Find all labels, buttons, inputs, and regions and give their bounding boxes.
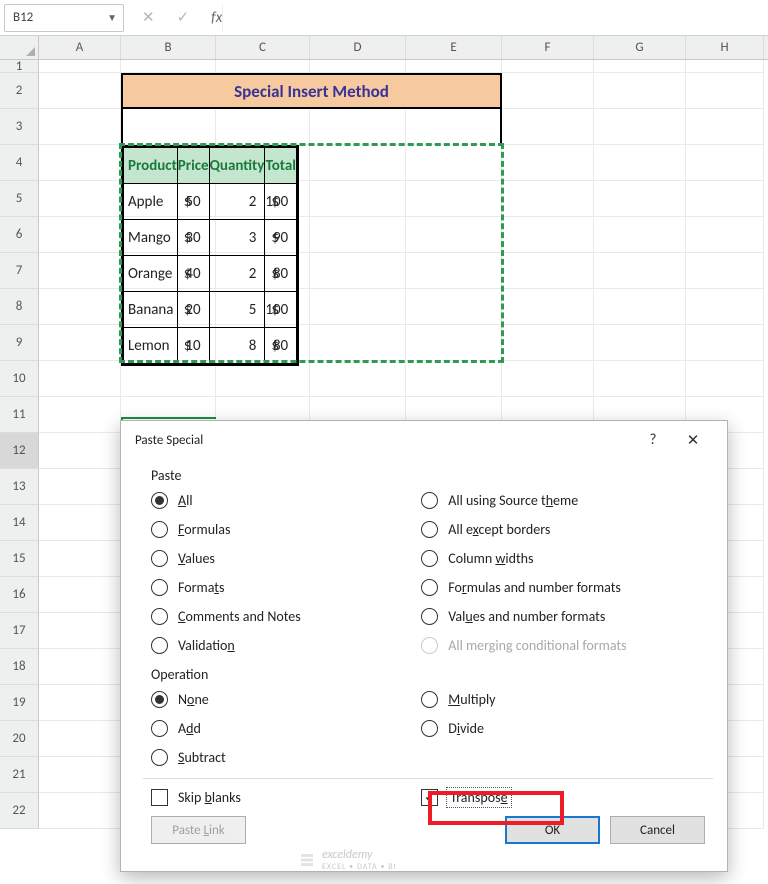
row-header[interactable]: 1: [0, 60, 39, 73]
paste-special-dialog: Paste Special ? ✕ Paste All Formulas Value…: [120, 420, 728, 872]
enter-icon: ✓: [177, 8, 190, 27]
highlight-transpose: [428, 791, 564, 825]
paste-option[interactable]: All using Source theme: [421, 492, 705, 509]
row-header[interactable]: 18: [0, 649, 39, 685]
row-header[interactable]: 13: [0, 469, 39, 505]
formula-bar-row: B12 ▼ ✕ ✓ fx: [0, 0, 768, 36]
table-row: Apple$502$100: [124, 184, 297, 220]
paste-link-button: Paste Link: [151, 816, 246, 844]
col-header[interactable]: G: [594, 36, 686, 59]
operation-option[interactable]: Divide: [421, 720, 705, 737]
dialog-title: Paste Special: [135, 433, 203, 448]
operation-option[interactable]: Multiply: [421, 691, 705, 708]
row-header[interactable]: 22: [0, 793, 39, 829]
col-header[interactable]: D: [310, 36, 406, 59]
paste-option[interactable]: All: [151, 492, 421, 509]
paste-option[interactable]: Values: [151, 550, 421, 567]
paste-option[interactable]: Validation: [151, 637, 421, 654]
row-header[interactable]: 9: [0, 325, 39, 361]
row-header[interactable]: 21: [0, 757, 39, 793]
table-row: Banana$205$100: [124, 292, 297, 328]
row-header[interactable]: 7: [0, 253, 39, 289]
data-table: Product Price Quantity Total Apple$502$1…: [121, 145, 299, 366]
operation-option[interactable]: Subtract: [151, 749, 421, 766]
table-spacer: [121, 109, 502, 145]
col-header[interactable]: A: [39, 36, 121, 59]
row-header[interactable]: 17: [0, 613, 39, 649]
fx-icon[interactable]: fx: [211, 9, 222, 27]
column-header-row: A B C D E F G H: [0, 36, 768, 60]
row-header[interactable]: 19: [0, 685, 39, 721]
th-price: Price: [177, 148, 209, 184]
skip-blanks-label: Skip blanks: [178, 789, 241, 806]
row-header[interactable]: 2: [0, 73, 39, 109]
row-header[interactable]: 14: [0, 505, 39, 541]
paste-option[interactable]: Values and number formats: [421, 608, 705, 625]
select-all-corner[interactable]: [0, 36, 39, 59]
row-header[interactable]: 15: [0, 541, 39, 577]
table-row: Orange$402$80: [124, 256, 297, 292]
paste-option[interactable]: Formats: [151, 579, 421, 596]
name-box-value: B12: [13, 10, 33, 25]
row-header[interactable]: 10: [0, 361, 39, 397]
logo-icon: [298, 851, 316, 869]
table-row: Mango$303$90: [124, 220, 297, 256]
row-header[interactable]: 16: [0, 577, 39, 613]
paste-option[interactable]: All except borders: [421, 521, 705, 538]
operation-group-label: Operation: [151, 666, 705, 683]
row-header[interactable]: 20: [0, 721, 39, 757]
formula-bar-buttons: ✕ ✓ fx: [142, 8, 222, 27]
watermark: exceldemy EXCEL • DATA • BI: [298, 848, 397, 872]
paste-option[interactable]: Formulas: [151, 521, 421, 538]
paste-option[interactable]: Column widths: [421, 550, 705, 567]
paste-option[interactable]: Comments and Notes: [151, 608, 421, 625]
operation-option[interactable]: Add: [151, 720, 421, 737]
cancel-button[interactable]: Cancel: [610, 816, 705, 844]
name-box[interactable]: B12 ▼: [4, 4, 124, 32]
skip-blanks-checkbox[interactable]: Skip blanks: [151, 789, 421, 806]
row-header[interactable]: 12: [0, 433, 39, 469]
row-header[interactable]: 11: [0, 397, 39, 433]
close-icon[interactable]: ✕: [673, 431, 713, 450]
row-header[interactable]: 6: [0, 217, 39, 253]
col-header[interactable]: H: [686, 36, 764, 59]
col-header[interactable]: F: [502, 36, 594, 59]
row-header[interactable]: 5: [0, 181, 39, 217]
paste-option[interactable]: Formulas and number formats: [421, 579, 705, 596]
table-row: Lemon$108$80: [124, 328, 297, 364]
cancel-icon: ✕: [142, 8, 155, 27]
table-title: Special Insert Method: [121, 73, 502, 109]
paste-option: All merging conditional formats: [421, 637, 705, 654]
row-header[interactable]: 4: [0, 145, 39, 181]
formula-bar-input[interactable]: [222, 4, 768, 32]
chevron-down-icon[interactable]: ▼: [107, 11, 117, 24]
col-header[interactable]: C: [216, 36, 310, 59]
paste-group-label: Paste: [151, 467, 705, 484]
operation-option[interactable]: None: [151, 691, 421, 708]
col-header[interactable]: B: [121, 36, 216, 59]
th-qty: Quantity: [209, 148, 265, 184]
th-product: Product: [124, 148, 178, 184]
row-header[interactable]: 8: [0, 289, 39, 325]
col-header[interactable]: E: [406, 36, 502, 59]
help-button[interactable]: ?: [633, 431, 673, 449]
row-header[interactable]: 3: [0, 109, 39, 145]
th-total: Total: [265, 148, 297, 184]
